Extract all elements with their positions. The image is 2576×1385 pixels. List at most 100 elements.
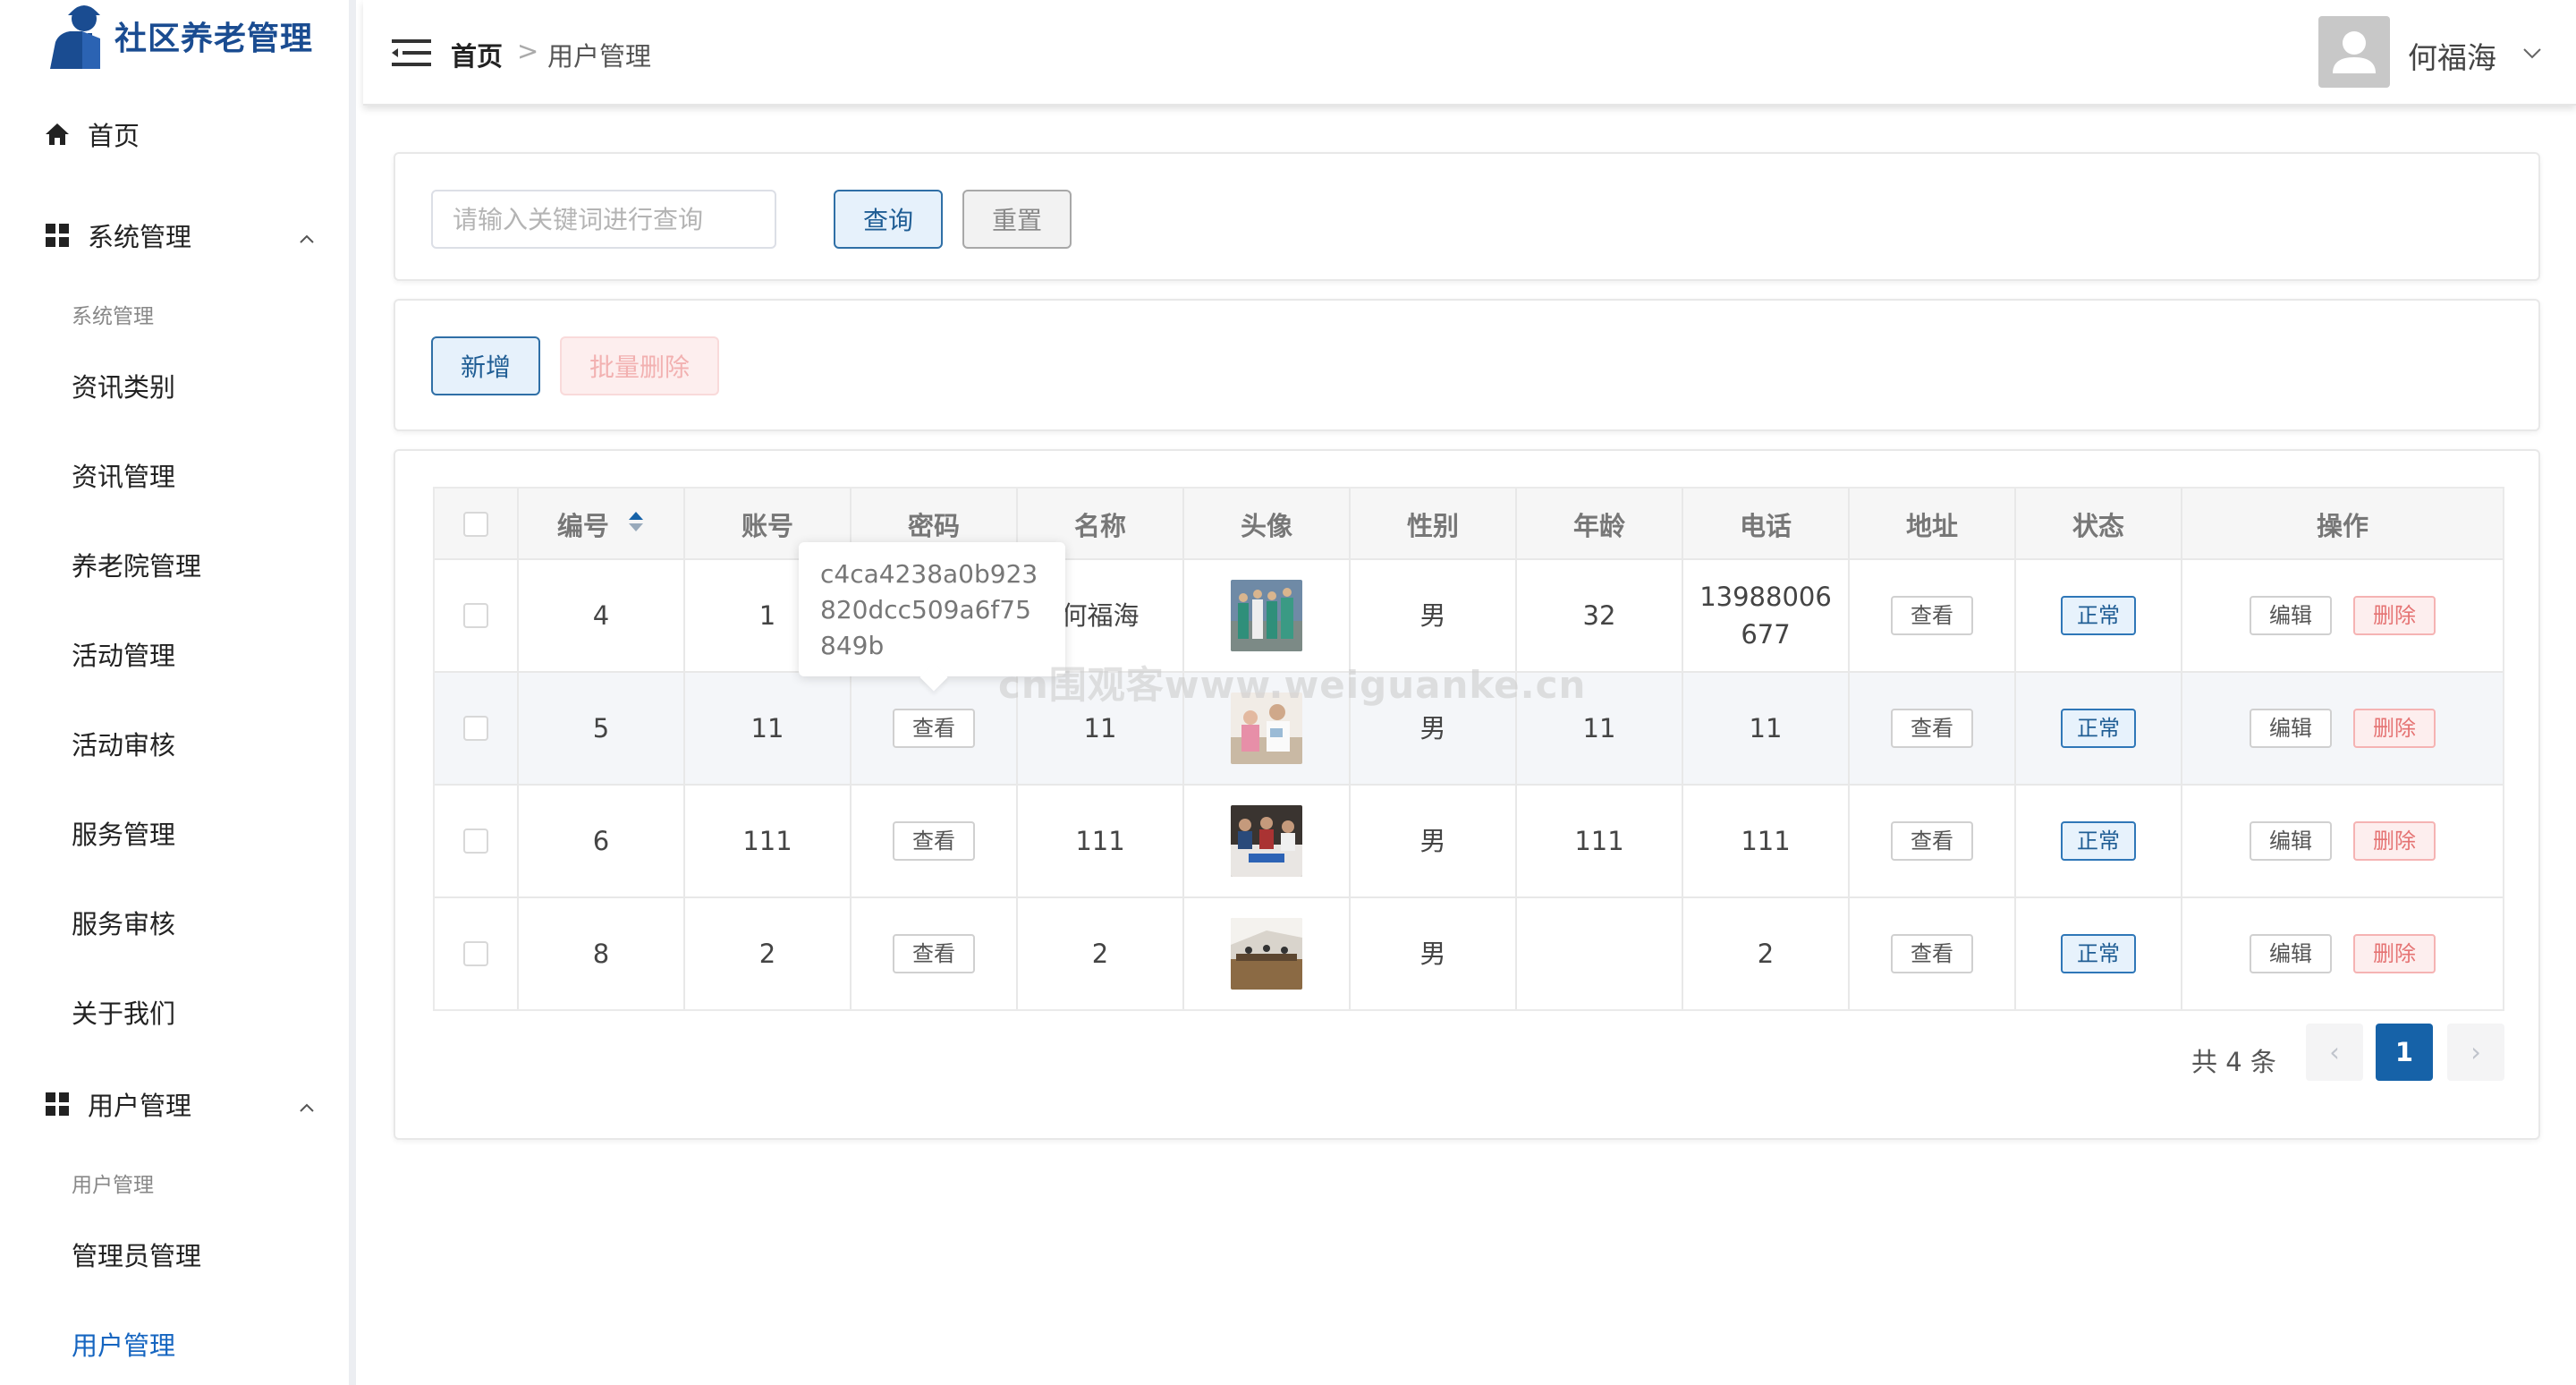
edit-button[interactable]: 编辑	[2250, 934, 2332, 973]
avatar-thumbnail[interactable]	[1231, 805, 1302, 877]
batch-delete-button[interactable]: 批量删除	[560, 336, 719, 395]
watermark-text: cn围观客www.weiguanke.cn	[998, 663, 1587, 707]
cell-age: 111	[1517, 786, 1683, 896]
row-checkbox[interactable]	[463, 941, 488, 966]
reset-button[interactable]: 重置	[962, 190, 1072, 249]
view-address-button[interactable]: 查看	[1891, 709, 1973, 748]
cell-id: 8	[519, 898, 685, 1009]
user-name[interactable]: 何福海	[2408, 34, 2496, 77]
cell-address: 查看	[1850, 560, 2016, 671]
cell-address: 查看	[1850, 898, 2016, 1009]
grid-icon	[43, 221, 72, 250]
view-address-button[interactable]: 查看	[1891, 821, 1973, 861]
app-title: 社区养老管理	[114, 21, 314, 57]
sidebar: 社区养老管理 首页 系统管理 系统管理 资讯类别 资讯管理 养老院管理 活动管理…	[0, 0, 356, 1385]
view-address-button[interactable]: 查看	[1891, 596, 1973, 635]
row-checkbox[interactable]	[463, 716, 488, 741]
cell-name: 2	[1018, 898, 1184, 1009]
view-password-button[interactable]: 查看	[893, 934, 975, 973]
sidebar-item-home[interactable]: 首页	[0, 116, 349, 152]
view-password-button[interactable]: 查看	[893, 821, 975, 861]
sidebar-item-news-category[interactable]: 资讯类别	[72, 367, 175, 404]
breadcrumb-current: 用户管理	[547, 41, 652, 72]
cell-id: 4	[519, 560, 685, 671]
breadcrumb-home[interactable]: 首页	[451, 36, 503, 73]
cell-gender: 男	[1351, 786, 1517, 896]
chevron-up-icon	[297, 225, 317, 245]
sidebar-item-users[interactable]: 用户管理	[72, 1325, 175, 1363]
sort-icon[interactable]	[627, 509, 645, 540]
sidebar-item-nursing-home[interactable]: 养老院管理	[72, 546, 201, 583]
cell-actions: 编辑 删除	[2182, 560, 2503, 671]
pagination-page-button[interactable]: 1	[2376, 1024, 2433, 1081]
pagination-prev-button[interactable]: ‹	[2306, 1024, 2363, 1081]
pagination-next-button[interactable]: ›	[2447, 1024, 2504, 1081]
delete-button[interactable]: 删除	[2353, 821, 2436, 861]
view-password-button[interactable]: 查看	[893, 709, 975, 748]
table-row: 8 2 查看 2 男 2 查看 正常 编辑 删除	[435, 898, 2503, 1011]
sidebar-item-services[interactable]: 服务管理	[72, 814, 175, 852]
sidebar-item-activity-review[interactable]: 活动审核	[72, 725, 175, 762]
col-status: 状态	[2016, 489, 2182, 560]
menu-toggle-icon[interactable]	[392, 38, 431, 68]
sidebar-item-activities[interactable]: 活动管理	[72, 635, 175, 673]
delete-button[interactable]: 删除	[2353, 934, 2436, 973]
sidebar-group-label: 用户管理	[88, 1091, 192, 1121]
status-badge: 正常	[2061, 934, 2136, 973]
cell-phone: 2	[1683, 898, 1850, 1009]
cell-address: 查看	[1850, 673, 2016, 784]
sidebar-group-system[interactable]: 系统管理	[0, 217, 349, 253]
cell-avatar	[1184, 786, 1351, 896]
avatar-thumbnail[interactable]	[1231, 918, 1302, 990]
col-gender: 性别	[1351, 489, 1517, 560]
col-id[interactable]: 编号	[519, 489, 685, 560]
avatar[interactable]	[2318, 16, 2390, 88]
actions-panel: 新增 批量删除	[394, 299, 2540, 431]
status-badge: 正常	[2061, 596, 2136, 635]
cell-password: 查看	[852, 786, 1018, 896]
select-all-checkbox[interactable]	[463, 512, 488, 537]
elder-user-icon	[47, 3, 109, 69]
sidebar-item-news[interactable]: 资讯管理	[72, 456, 175, 494]
edit-button[interactable]: 编辑	[2250, 596, 2332, 635]
sidebar-group-label: 系统管理	[88, 222, 192, 252]
search-input[interactable]	[431, 190, 776, 249]
cell-phone: 11	[1683, 673, 1850, 784]
edit-button[interactable]: 编辑	[2250, 709, 2332, 748]
chevron-down-icon[interactable]	[2521, 41, 2544, 64]
status-badge: 正常	[2061, 709, 2136, 748]
delete-button[interactable]: 删除	[2353, 596, 2436, 635]
table-panel: 编号 账号 密码 名称 头像 性别 年龄 电话 地址 状态 操作 4 1 查看 …	[394, 449, 2540, 1140]
cell-name: 111	[1018, 786, 1184, 896]
cell-account: 11	[685, 673, 852, 784]
row-checkbox[interactable]	[463, 603, 488, 628]
sidebar-item-about[interactable]: 关于我们	[72, 993, 175, 1031]
sidebar-item-service-review[interactable]: 服务审核	[72, 904, 175, 941]
col-actions: 操作	[2316, 511, 2368, 541]
avatar-thumbnail[interactable]	[1231, 580, 1302, 651]
cell-address: 查看	[1850, 786, 2016, 896]
view-address-button[interactable]: 查看	[1891, 934, 1973, 973]
cell-password: 查看	[852, 898, 1018, 1009]
sidebar-subgroup-label: 用户管理	[72, 1174, 154, 1197]
sidebar-group-users[interactable]: 用户管理	[0, 1086, 349, 1122]
cell-phone: 111	[1683, 786, 1850, 896]
edit-button[interactable]: 编辑	[2250, 821, 2332, 861]
col-phone: 电话	[1683, 489, 1850, 560]
cell-actions: 编辑 删除	[2182, 673, 2503, 784]
cell-status: 正常	[2016, 898, 2182, 1009]
query-button[interactable]: 查询	[834, 190, 943, 249]
top-header: 首页 > 用户管理 何福海	[363, 0, 2576, 106]
add-button[interactable]: 新增	[431, 336, 540, 395]
breadcrumb-separator: >	[517, 36, 539, 66]
chevron-up-icon	[297, 1094, 317, 1114]
table-header: 编号 账号 密码 名称 头像 性别 年龄 电话 地址 状态 操作	[435, 489, 2503, 560]
cell-status: 正常	[2016, 560, 2182, 671]
row-checkbox[interactable]	[463, 828, 488, 854]
cell-id: 5	[519, 673, 685, 784]
cell-actions: 编辑 删除	[2182, 786, 2503, 896]
row-select-cell	[435, 786, 519, 896]
table-row: 6 111 查看 111 男 111 111 查看 正常 编辑 删除	[435, 786, 2503, 898]
sidebar-item-admins[interactable]: 管理员管理	[72, 1236, 201, 1273]
delete-button[interactable]: 删除	[2353, 709, 2436, 748]
